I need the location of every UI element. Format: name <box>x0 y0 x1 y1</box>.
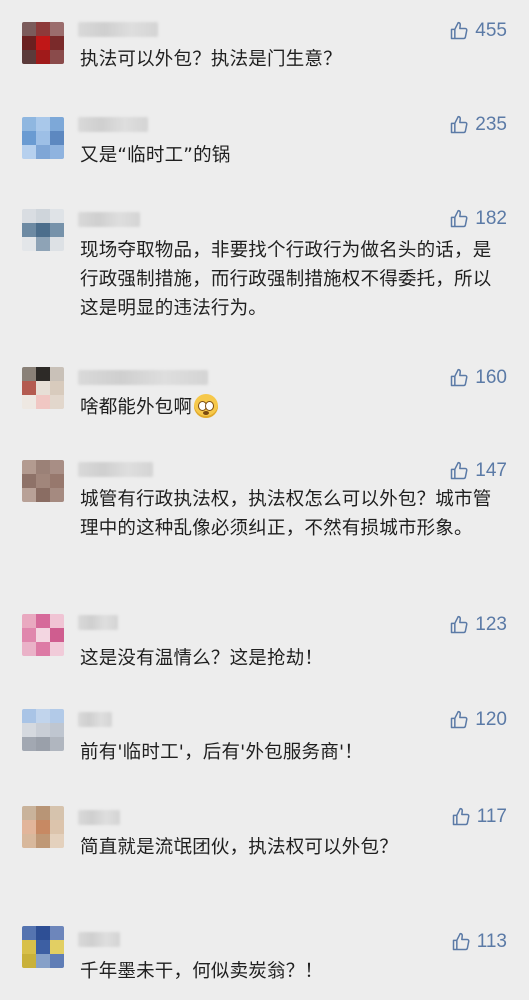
username-blurred[interactable] <box>78 810 120 825</box>
like-button[interactable]: 117 <box>451 806 507 828</box>
like-count: 455 <box>475 20 507 41</box>
thumbs-up-icon <box>451 615 468 634</box>
avatar[interactable] <box>22 709 64 751</box>
avatar[interactable] <box>22 117 64 159</box>
thumbs-up-icon <box>451 461 468 480</box>
like-count: 117 <box>476 806 507 827</box>
username-blurred[interactable] <box>78 712 112 727</box>
like-count: 113 <box>476 931 507 952</box>
like-button[interactable]: 182 <box>449 208 507 230</box>
like-button[interactable]: 160 <box>449 367 507 389</box>
thumbs-up-icon <box>451 368 468 387</box>
comment-text: 千年墨未干，何似卖炭翁？！ <box>80 961 324 982</box>
comment-text: 又是“临时工”的锅 <box>80 145 231 166</box>
comment-text: 现场夺取物品，非要找个行政行为做名头的话，是行政强制措施，而行政强制措施权不得委… <box>80 240 492 319</box>
like-button[interactable]: 123 <box>449 614 507 636</box>
like-count: 120 <box>475 709 507 730</box>
comment-text: 城管有行政执法权，执法权怎么可以外包？城市管理中的这种乱像必须纠正，不然有损城市… <box>80 489 492 539</box>
like-count: 123 <box>475 614 507 635</box>
comment-text: 啥都能外包啊 <box>80 393 499 422</box>
flushed-face-icon <box>194 394 219 418</box>
avatar[interactable] <box>22 22 64 64</box>
like-button[interactable]: 147 <box>449 460 507 482</box>
avatar[interactable] <box>22 614 64 656</box>
thumbs-up-icon <box>451 209 468 228</box>
thumbs-up-icon <box>452 807 470 826</box>
avatar[interactable] <box>22 209 64 251</box>
like-button[interactable]: 113 <box>451 931 507 953</box>
username-blurred[interactable] <box>78 117 148 132</box>
avatar[interactable] <box>22 367 64 409</box>
comment-text: 这是没有温情么？这是抢劫！ <box>80 648 324 669</box>
like-count: 147 <box>475 460 507 481</box>
like-button[interactable]: 235 <box>449 114 507 136</box>
thumbs-up-icon <box>451 21 468 40</box>
username-blurred[interactable] <box>78 932 120 947</box>
comment-text: 前有'临时工'，后有'外包服务商'！ <box>80 742 363 763</box>
username-blurred[interactable] <box>78 462 153 477</box>
comment-text-content: 啥都能外包啊 <box>80 397 193 418</box>
like-button[interactable]: 120 <box>449 709 507 731</box>
avatar[interactable] <box>22 806 64 848</box>
like-count: 235 <box>475 114 507 135</box>
thumbs-up-icon <box>451 115 468 134</box>
comment-text: 简直就是流氓团伙，执法权可以外包？ <box>80 837 398 858</box>
username-blurred[interactable] <box>78 370 208 385</box>
comment-text: 执法可以外包？执法是门生意？ <box>80 49 342 70</box>
avatar[interactable] <box>22 926 64 968</box>
like-count: 160 <box>475 367 507 388</box>
username-blurred[interactable] <box>78 615 118 630</box>
like-count: 182 <box>475 208 507 229</box>
avatar[interactable] <box>22 460 64 502</box>
username-blurred[interactable] <box>78 212 140 227</box>
username-blurred[interactable] <box>78 22 158 37</box>
thumbs-up-icon <box>452 932 470 951</box>
thumbs-up-icon <box>451 710 468 729</box>
like-button[interactable]: 455 <box>449 20 507 42</box>
